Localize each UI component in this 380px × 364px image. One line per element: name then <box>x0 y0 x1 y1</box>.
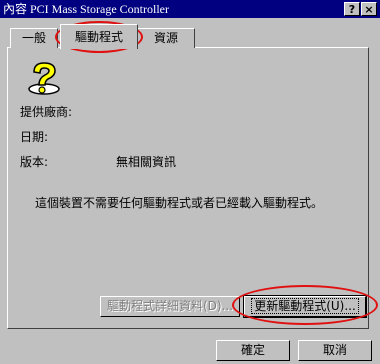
tab-resources[interactable]: 資源 <box>137 28 195 48</box>
update-driver-button[interactable]: 更新驅動程式(U)... <box>243 295 367 318</box>
driver-details-button[interactable]: 驅動程式詳細資料(D)... <box>100 296 240 317</box>
tab-driver[interactable]: 驅動程式 <box>60 24 138 49</box>
driver-message: 這個裝置不需要任何驅動程式或者已經載入驅動程式。 <box>35 196 324 210</box>
ok-button[interactable]: 確定 <box>216 340 290 361</box>
version-value: 無相關資訊 <box>116 155 177 169</box>
window-title: 內容 PCI Mass Storage Controller <box>3 2 169 16</box>
cancel-button[interactable]: 取消 <box>298 340 372 361</box>
help-button[interactable]: ? <box>344 2 360 16</box>
close-button[interactable]: × <box>361 2 377 16</box>
title-bar[interactable]: 內容 PCI Mass Storage Controller ? × <box>0 0 380 18</box>
update-driver-label: 更新驅動程式(U)... <box>251 298 359 314</box>
version-label: 版本: <box>20 155 49 169</box>
date-label: 日期: <box>20 130 49 144</box>
question-mark-icon <box>28 62 60 95</box>
provider-label: 提供廠商: <box>20 105 73 119</box>
tab-general[interactable]: 一般 <box>10 28 58 48</box>
